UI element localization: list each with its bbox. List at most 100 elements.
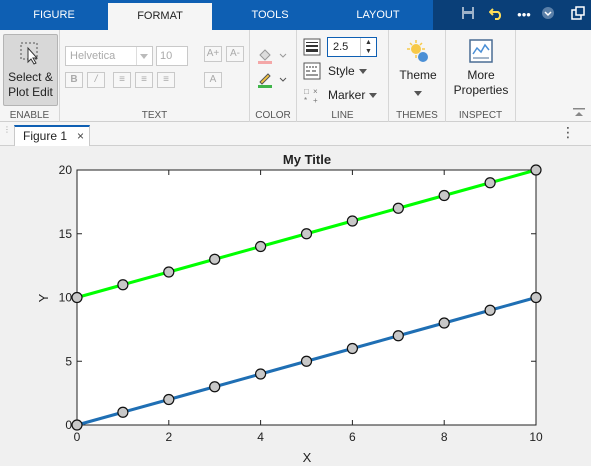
- series-1-point: [300, 355, 313, 367]
- edge-color-icon: [258, 73, 287, 88]
- more-options-icon[interactable]: ⋮: [561, 124, 575, 141]
- series-2-point: [484, 177, 496, 189]
- y-tick-label: 15: [59, 227, 73, 241]
- section-label-inspect: INSPECT: [458, 110, 503, 121]
- collapse-icon[interactable]: [539, 6, 557, 24]
- toolstrip: Select & Plot Edit ENABLE Helvetica 10 A…: [0, 30, 591, 122]
- chevron-down-icon: [414, 91, 422, 97]
- x-tick-label: 8: [441, 430, 448, 444]
- tab-figure-1[interactable]: Figure 1 ×: [14, 125, 90, 146]
- bold-icon[interactable]: B: [65, 72, 83, 88]
- series-1-point: [530, 291, 542, 304]
- marker-icon: □ × * +: [303, 86, 321, 105]
- figure-tab-label: Figure 1: [23, 129, 68, 143]
- x-tick-label: 6: [349, 430, 356, 444]
- stepper-arrows-icon[interactable]: ▲ ▼: [360, 38, 376, 56]
- axes-box[interactable]: [76, 169, 537, 426]
- align-left-icon[interactable]: ≡: [113, 72, 131, 88]
- series-1-point: [346, 342, 358, 355]
- line-style-dropdown[interactable]: Style: [328, 64, 367, 78]
- theme-button[interactable]: Theme: [392, 34, 444, 106]
- series-2-point: [438, 189, 450, 202]
- line-style-icon: [303, 62, 321, 80]
- quick-access-toolbar: •••: [433, 0, 591, 30]
- line-width-icon: [303, 38, 321, 56]
- series-2-point: [117, 279, 129, 291]
- chevron-down-icon: [369, 93, 378, 99]
- series-2-point: [346, 215, 358, 227]
- chevron-down-icon: [358, 69, 367, 75]
- edge-color-button[interactable]: [256, 70, 292, 90]
- collapse-toolstrip-icon[interactable]: [573, 107, 585, 117]
- line-width-value: 2.5: [333, 41, 349, 53]
- align-center-icon[interactable]: ≡: [135, 72, 153, 88]
- more-properties-button[interactable]: More Properties: [450, 34, 512, 106]
- section-text: Helvetica 10 A+ A- B / ≡ ≡ ≡ A TEXT: [60, 30, 250, 122]
- font-size-stepper[interactable]: 10: [156, 46, 188, 66]
- italic-icon[interactable]: /: [87, 72, 105, 88]
- section-inspect: More Properties INSPECT: [446, 30, 516, 122]
- align-right-icon[interactable]: ≡: [157, 72, 175, 88]
- drag-handle-icon[interactable]: ⋮: [3, 126, 11, 140]
- select-plot-edit-label-1: Select &: [8, 70, 53, 84]
- y-tick-label: 0: [65, 418, 72, 432]
- select-plot-edit-button[interactable]: Select & Plot Edit: [3, 34, 58, 106]
- tab-figure[interactable]: FIGURE: [6, 0, 102, 30]
- chevron-down-icon: [136, 47, 152, 65]
- increase-font-icon[interactable]: A+: [204, 46, 222, 62]
- more-icon[interactable]: •••: [515, 6, 533, 24]
- close-icon[interactable]: ×: [77, 127, 84, 145]
- plot-edit-icon: [4, 40, 57, 70]
- figure-area: My Title 0 2 4 6 8 10 0 5 10 15 20 X Y: [0, 146, 591, 465]
- more-properties-label-1: More: [467, 68, 495, 82]
- y-axis-label: Y: [36, 293, 51, 302]
- font-size-value: 10: [160, 50, 173, 62]
- x-tick-label: 10: [529, 430, 543, 444]
- font-name-dropdown[interactable]: Helvetica: [65, 46, 153, 66]
- series-2-point: [209, 253, 221, 265]
- series-1-point: [71, 419, 83, 431]
- save-icon[interactable]: [459, 6, 477, 24]
- theme-label: Theme: [399, 68, 437, 82]
- text-color-icon[interactable]: A: [204, 72, 222, 88]
- series-2-point: [530, 164, 542, 176]
- tab-format[interactable]: FORMAT: [108, 3, 212, 30]
- series-1-point: [209, 381, 221, 393]
- undo-icon[interactable]: [487, 6, 505, 24]
- svg-text:+: +: [313, 96, 318, 104]
- font-name-value: Helvetica: [70, 50, 116, 62]
- series-1-point: [117, 406, 129, 418]
- decrease-font-icon[interactable]: A-: [226, 46, 244, 62]
- document-tab-bar: ⋮ Figure 1 × ⋮: [0, 122, 591, 146]
- section-enable: Select & Plot Edit ENABLE: [0, 30, 60, 122]
- series-2-point: [300, 228, 313, 240]
- select-plot-edit-label-2: Plot Edit: [8, 85, 53, 99]
- series-1-point: [438, 317, 450, 329]
- x-tick-label: 2: [165, 430, 172, 444]
- tab-layout[interactable]: LAYOUT: [326, 0, 430, 30]
- section-line: 2.5 ▲ ▼ Style □ × * + Marker LINE: [297, 30, 389, 122]
- section-label-line: LINE: [331, 110, 354, 121]
- theme-icon: [392, 38, 444, 68]
- series-2-point: [163, 266, 175, 278]
- undock-icon[interactable]: [569, 6, 587, 24]
- fill-color-icon: [258, 49, 287, 64]
- section-label-enable: ENABLE: [9, 110, 50, 121]
- marker-dropdown[interactable]: Marker: [328, 88, 378, 102]
- series-2-point: [255, 240, 267, 253]
- x-axis-label: X: [303, 450, 312, 463]
- section-themes: Theme THEMES: [389, 30, 446, 122]
- svg-text:*: *: [304, 96, 307, 104]
- line-width-stepper[interactable]: 2.5 ▲ ▼: [327, 37, 377, 57]
- fill-color-button[interactable]: [256, 46, 292, 66]
- y-tick-label: 20: [59, 163, 73, 177]
- series-1-point: [392, 330, 404, 342]
- series-1-point: [163, 393, 175, 406]
- tab-tools[interactable]: TOOLS: [218, 0, 322, 30]
- plot-svg[interactable]: My Title 0 2 4 6 8 10 0 5 10 15 20 X Y: [0, 146, 591, 465]
- more-properties-label-2: Properties: [453, 83, 509, 97]
- svg-text:□: □: [304, 87, 309, 96]
- chart-title: My Title: [283, 152, 331, 167]
- ribbon-tab-bar: FIGURE FORMAT TOOLS LAYOUT •••: [0, 0, 591, 30]
- section-color: COLOR: [250, 30, 297, 122]
